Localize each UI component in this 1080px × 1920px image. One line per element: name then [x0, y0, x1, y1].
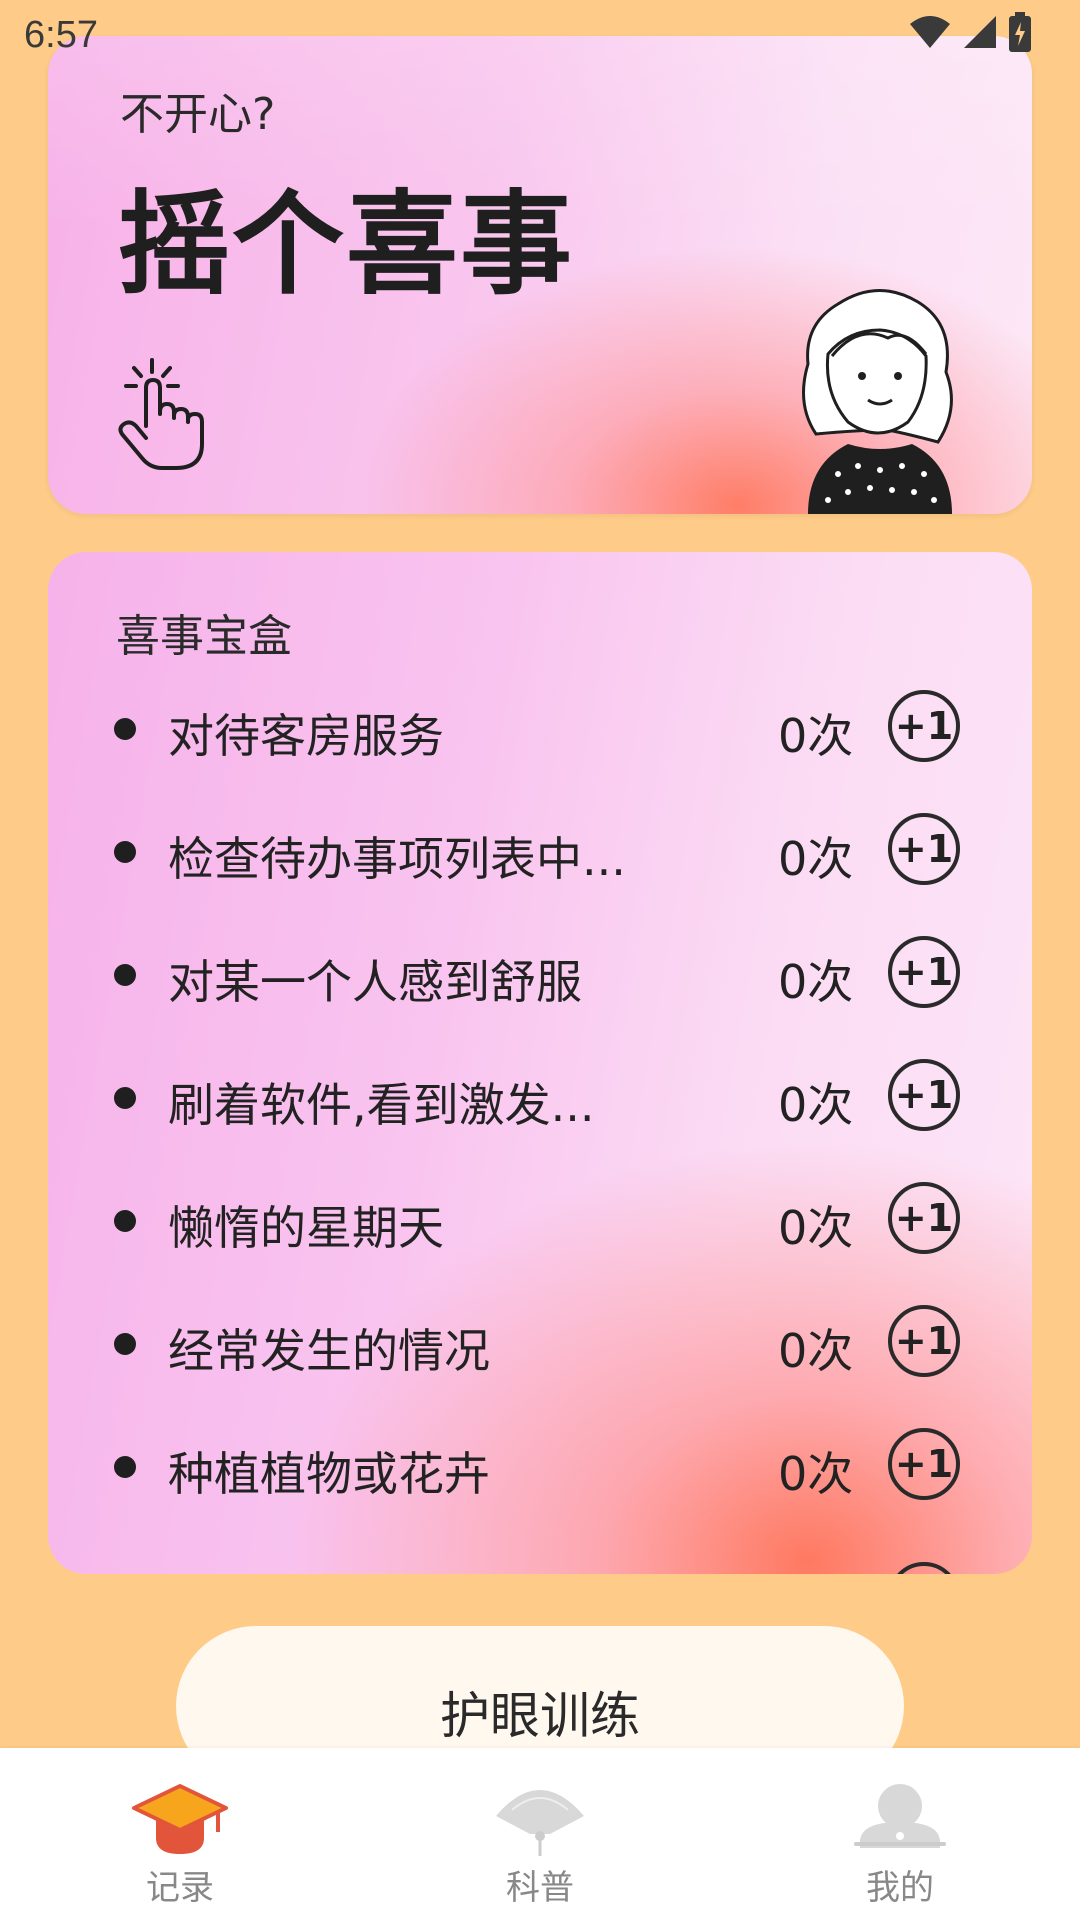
item-count: 0次: [778, 1324, 854, 1378]
item-count: 0次: [778, 1078, 854, 1132]
plus-one-button[interactable]: +1: [888, 690, 960, 762]
shake-hand-icon: [118, 358, 204, 470]
item-count: 0次: [778, 709, 854, 763]
item-count: 0次: [778, 832, 854, 886]
joy-box-title: 喜事宝盒: [116, 611, 292, 662]
item-label: 对某一个人感到舒服: [168, 955, 582, 1009]
list-item: 对待客房服务 0次 +1: [48, 682, 1032, 805]
nav-item-science[interactable]: 科普: [440, 1748, 640, 1920]
status-bar: 6:57: [0, 0, 1080, 72]
item-count: 0次: [778, 1201, 854, 1255]
plus-one-button[interactable]: +1: [888, 1305, 960, 1377]
wifi-icon: [910, 16, 950, 48]
signal-icon: [964, 16, 996, 48]
item-label: 经常发生的情况: [168, 1324, 490, 1378]
shake-title: 摇个喜事: [118, 180, 574, 310]
bullet-dot: [114, 1210, 136, 1232]
nav-label-science: 科普: [506, 1868, 574, 1908]
item-label: 检查待办事项列表中...: [168, 832, 626, 886]
plus-one-button[interactable]: +1: [888, 1059, 960, 1131]
list-item: 对某一个人感到舒服 0次 +1: [48, 928, 1032, 1051]
bullet-dot: [114, 841, 136, 863]
partially-visible-plus-button[interactable]: [888, 1562, 960, 1574]
bullet-dot: [114, 1087, 136, 1109]
list-item: 经常发生的情况 0次 +1: [48, 1297, 1032, 1420]
profile-icon: [854, 1784, 946, 1848]
joy-box-card: 喜事宝盒 对待客房服务 0次 +1 检查待办事项列表中... 0次 +1 对某一…: [48, 552, 1032, 1574]
status-time: 6:57: [24, 14, 98, 56]
list-item: 刷着软件,看到激发... 0次 +1: [48, 1051, 1032, 1174]
bullet-dot: [114, 1333, 136, 1355]
plus-one-button[interactable]: +1: [888, 936, 960, 1008]
shake-card[interactable]: 不开心? 摇个喜事: [48, 36, 1032, 514]
bullet-dot: [114, 1456, 136, 1478]
plus-one-button[interactable]: +1: [888, 813, 960, 885]
graduation-cap-icon: [132, 1784, 228, 1854]
list-item: 种植植物或花卉 0次 +1: [48, 1420, 1032, 1543]
item-count: 0次: [778, 955, 854, 1009]
bullet-dot: [114, 964, 136, 986]
bottom-nav: 记录 科普 我的: [0, 1748, 1080, 1920]
girl-illustration: [802, 289, 953, 514]
item-count: 0次: [778, 1447, 854, 1501]
status-icons: [908, 12, 1032, 52]
list-item: 检查待办事项列表中... 0次 +1: [48, 805, 1032, 928]
nav-item-records[interactable]: 记录: [80, 1748, 280, 1920]
item-label: 懒惰的星期天: [168, 1201, 444, 1255]
nav-label-mine: 我的: [866, 1868, 934, 1908]
nav-label-records: 记录: [146, 1868, 214, 1908]
joy-box-list[interactable]: 对待客房服务 0次 +1 检查待办事项列表中... 0次 +1 对某一个人感到舒…: [48, 682, 1032, 1543]
item-label: 对待客房服务: [168, 709, 444, 763]
plus-one-button[interactable]: +1: [888, 1428, 960, 1500]
shake-subtitle: 不开心?: [120, 89, 276, 140]
plus-one-button[interactable]: +1: [888, 1182, 960, 1254]
battery-charging-icon: [1009, 12, 1031, 52]
fan-icon: [496, 1790, 584, 1856]
list-item: 懒惰的星期天 0次 +1: [48, 1174, 1032, 1297]
nav-item-mine[interactable]: 我的: [800, 1748, 1000, 1920]
item-label: 种植植物或花卉: [168, 1447, 490, 1501]
bullet-dot: [114, 718, 136, 740]
item-label: 刷着软件,看到激发...: [168, 1078, 595, 1132]
